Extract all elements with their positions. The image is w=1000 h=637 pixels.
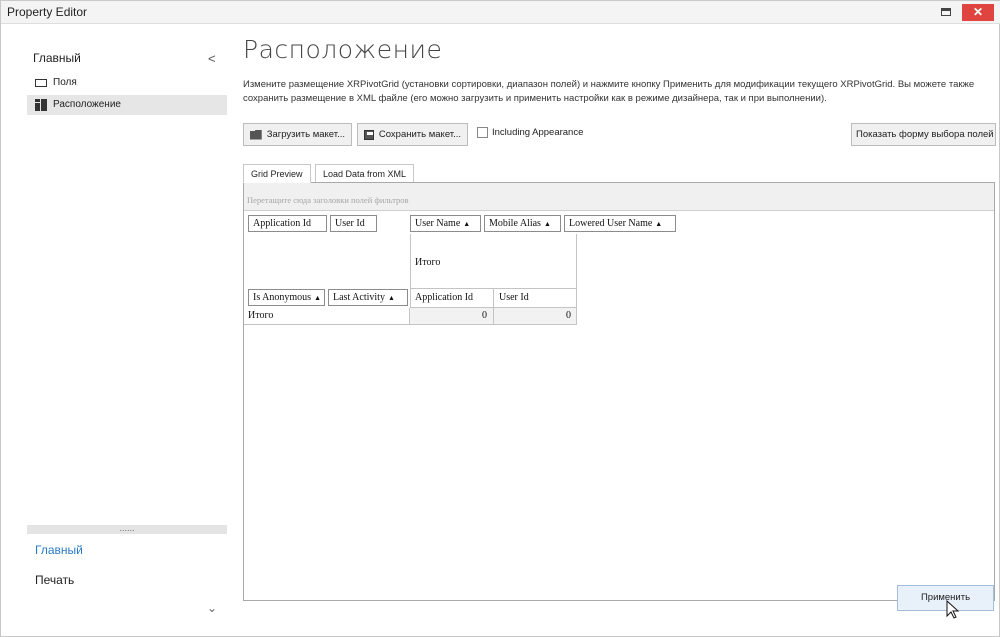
field-icon bbox=[35, 79, 47, 87]
column-value-header-user-id: User Id bbox=[494, 289, 577, 308]
folder-open-icon bbox=[250, 129, 262, 140]
cell-value: 0 bbox=[494, 308, 577, 325]
sidebar-item-label: Поля bbox=[53, 77, 77, 88]
sort-asc-icon: ▲ bbox=[314, 294, 321, 302]
sidebar-item-layout[interactable]: Расположение bbox=[27, 95, 227, 115]
page-title: Расположение bbox=[243, 35, 443, 64]
row-field-is-anonymous[interactable]: Is Anonymous ▲ bbox=[248, 289, 325, 306]
data-field-user-id[interactable]: User Id bbox=[330, 215, 377, 232]
nav-main[interactable]: Главный bbox=[35, 543, 83, 557]
sidebar: Главный < Поля Расположение ...... Главн… bbox=[27, 25, 227, 635]
tab-load-data-xml[interactable]: Load Data from XML bbox=[315, 164, 415, 183]
load-layout-button[interactable]: Загрузить макет... bbox=[243, 123, 352, 146]
sidebar-splitter[interactable]: ...... bbox=[27, 524, 227, 534]
field-label: Is Anonymous bbox=[253, 292, 312, 303]
save-layout-button[interactable]: Сохранить макет... bbox=[357, 123, 468, 146]
page-description: Измените размещение XRPivotGrid (установ… bbox=[243, 79, 975, 104]
layout-icon bbox=[35, 99, 47, 111]
checkbox-box[interactable] bbox=[477, 127, 488, 138]
column-field-lowered-user-name[interactable]: Lowered User Name ▲ bbox=[564, 215, 676, 232]
show-field-list-label: Показать форму выбора полей bbox=[856, 129, 994, 140]
window-title: Property Editor bbox=[7, 5, 88, 19]
maximize-icon[interactable] bbox=[941, 8, 951, 16]
sidebar-header: Главный bbox=[33, 51, 81, 65]
collapse-sidebar-icon[interactable]: < bbox=[208, 51, 216, 66]
field-label: Mobile Alias bbox=[489, 218, 541, 229]
property-editor-window: Property Editor ✕ Главный < Поля Располо… bbox=[0, 0, 1000, 637]
pivot-grid-preview: Перетащите сюда заголовки полей фильтров… bbox=[243, 182, 995, 601]
show-field-list-button[interactable]: Показать форму выбора полей bbox=[851, 123, 996, 146]
data-field-application-id[interactable]: Application Id bbox=[248, 215, 327, 232]
title-bar: Property Editor ✕ bbox=[1, 1, 1000, 24]
checkbox-label: Including Appearance bbox=[492, 127, 584, 138]
tab-grid-preview[interactable]: Grid Preview bbox=[243, 164, 311, 183]
field-label: Lowered User Name bbox=[569, 218, 653, 229]
save-layout-label: Сохранить макет... bbox=[378, 129, 461, 140]
sort-asc-icon: ▲ bbox=[655, 220, 663, 228]
field-label: User Name bbox=[415, 218, 461, 229]
sort-asc-icon: ▲ bbox=[463, 220, 471, 228]
column-field-user-name[interactable]: User Name ▲ bbox=[410, 215, 481, 232]
including-appearance-checkbox[interactable]: Including Appearance bbox=[477, 127, 583, 138]
column-field-mobile-alias[interactable]: Mobile Alias ▲ bbox=[484, 215, 561, 232]
sidebar-item-fields[interactable]: Поля bbox=[27, 73, 227, 93]
column-value-header-application-id: Application Id bbox=[410, 289, 494, 308]
main-content: Расположение Измените размещение XRPivot… bbox=[233, 25, 999, 635]
cell-value: 0 bbox=[410, 308, 494, 325]
row-total-header: Итого bbox=[244, 308, 410, 325]
filter-area: Перетащите сюда заголовки полей фильтров bbox=[244, 183, 994, 211]
sort-asc-icon: ▲ bbox=[387, 294, 395, 302]
mouse-cursor-icon bbox=[946, 600, 960, 619]
nav-print[interactable]: Печать bbox=[35, 573, 74, 587]
load-layout-label: Загрузить макет... bbox=[266, 129, 345, 140]
row-field-last-activity[interactable]: Last Activity ▲ bbox=[328, 289, 408, 306]
sort-asc-icon: ▲ bbox=[543, 220, 551, 228]
close-button[interactable]: ✕ bbox=[962, 4, 994, 21]
chevron-down-icon[interactable]: ⌄ bbox=[207, 601, 217, 615]
save-icon bbox=[364, 129, 374, 140]
column-total-header: Итого bbox=[410, 234, 577, 289]
sidebar-item-label: Расположение bbox=[53, 99, 121, 110]
field-label: Last Activity bbox=[333, 292, 385, 303]
